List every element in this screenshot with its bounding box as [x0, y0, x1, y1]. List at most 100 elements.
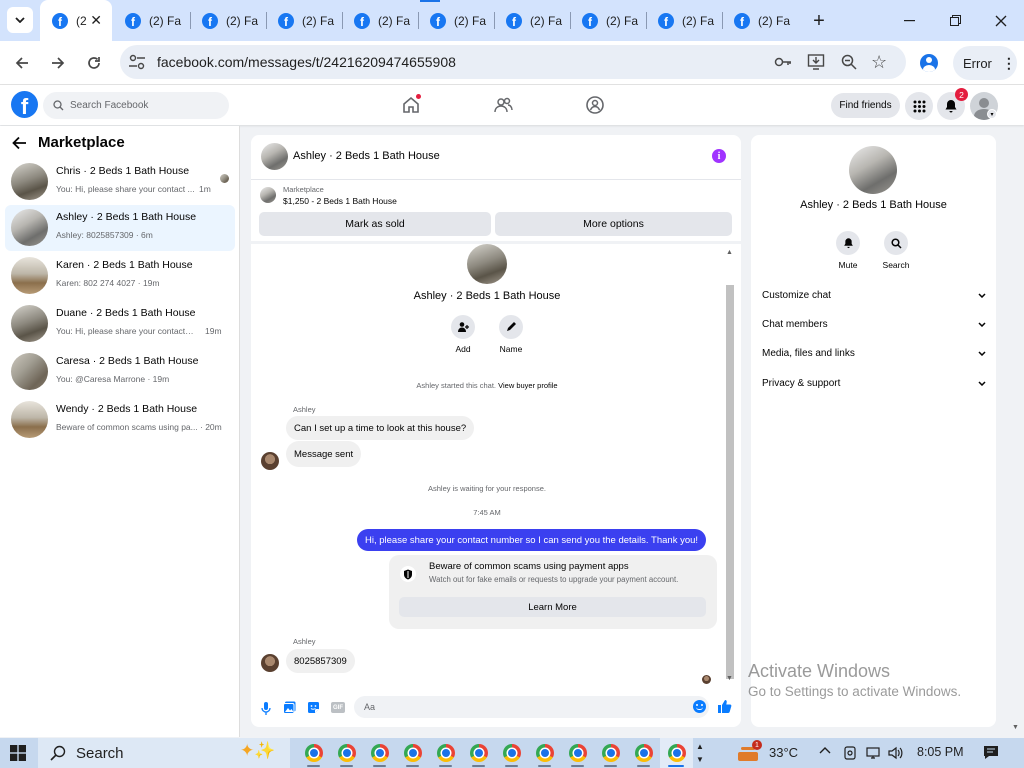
volume-icon[interactable] [888, 746, 904, 760]
reload-button[interactable] [82, 51, 106, 75]
incoming-message[interactable]: Can I set up a time to look at this hous… [286, 416, 475, 440]
taskbar-app-chrome[interactable] [594, 738, 627, 768]
password-key-icon[interactable] [774, 54, 792, 70]
nav-groups-button[interactable] [585, 95, 605, 115]
incoming-message[interactable]: Message sent [286, 441, 362, 467]
like-button[interactable] [717, 699, 732, 714]
browser-tab[interactable]: f (2) Fa [190, 0, 266, 41]
taskbar-app-chrome[interactable] [561, 738, 594, 768]
url-text[interactable]: facebook.com/messages/t/2421620947465590… [157, 54, 456, 70]
tab-close-icon[interactable]: ✕ [90, 12, 102, 29]
taskbar-app-chrome[interactable] [528, 738, 561, 768]
browser-tab[interactable]: f (2) Fa [418, 0, 494, 41]
mark-as-sold-button[interactable]: Mark as sold [259, 212, 491, 236]
customize-chat-section[interactable]: Customize chat [762, 285, 986, 305]
browser-tab[interactable]: f (2) Fa [342, 0, 418, 41]
taskbar-app-chrome[interactable] [297, 738, 330, 768]
taskbar-app-chrome[interactable] [396, 738, 429, 768]
taskbar-app-chrome[interactable] [429, 738, 462, 768]
list-item[interactable]: Karen · 2 Beds 1 Bath House Karen: 802 2… [5, 253, 235, 299]
add-button[interactable]: Add [451, 315, 475, 354]
scrollbar-thumb[interactable] [726, 285, 734, 679]
browser-tab[interactable]: f (2) Fa [646, 0, 722, 41]
close-window-button[interactable] [978, 0, 1024, 41]
clock[interactable]: 8:05 PM [917, 745, 964, 759]
browser-tab[interactable]: f (2) Fa [722, 0, 798, 41]
facebook-logo[interactable]: f [11, 91, 38, 118]
sender-avatar[interactable] [261, 452, 279, 470]
address-bar[interactable]: facebook.com/messages/t/2421620947465590… [120, 45, 906, 79]
profile-error-button[interactable]: Error ⋮ [953, 46, 1017, 80]
search-facebook-input[interactable]: Search Facebook [43, 92, 229, 119]
nav-friends-button[interactable] [493, 95, 513, 115]
minimize-button[interactable] [886, 0, 932, 41]
gif-button[interactable]: GIF [331, 702, 345, 713]
taskbar-app-chrome[interactable] [330, 738, 363, 768]
mute-button[interactable]: Mute [836, 231, 860, 270]
taskbar-app-chrome[interactable] [627, 738, 660, 768]
site-info-icon[interactable] [128, 54, 146, 70]
find-friends-button[interactable]: Find friends [831, 93, 900, 118]
tab-search-button[interactable] [7, 7, 33, 33]
emoji-icon[interactable] [693, 700, 706, 713]
scrollbar[interactable]: ▲ ▼ [724, 245, 736, 685]
list-item[interactable]: Wendy · 2 Beds 1 Bath House Beware of co… [5, 397, 235, 443]
search-highlights-icon[interactable]: ✦✨ [240, 741, 275, 761]
network-icon[interactable] [866, 746, 882, 760]
nav-home-button[interactable] [401, 94, 421, 115]
learn-more-button[interactable]: Learn More [399, 597, 706, 617]
taskbar-app-chrome[interactable] [462, 738, 495, 768]
notification-center-icon[interactable] [983, 745, 999, 760]
browser-tab[interactable]: f (2) Fa [266, 0, 342, 41]
message-input[interactable]: Aa [354, 696, 709, 718]
voice-clip-button[interactable] [261, 701, 271, 715]
forward-button[interactable] [46, 51, 70, 75]
chat-members-section[interactable]: Chat members [762, 314, 986, 334]
weather-temp[interactable]: 33°C [769, 745, 798, 760]
account-chevron-icon[interactable]: ▾ [987, 109, 997, 119]
taskbar-overflow-arrows[interactable]: ▲ ▼ [696, 740, 704, 766]
new-tab-button[interactable]: + [806, 8, 832, 34]
page-scroll-down-arrow[interactable]: ▼ [1012, 724, 1019, 731]
media-files-links-section[interactable]: Media, files and links [762, 343, 986, 363]
outgoing-message[interactable]: Hi, please share your contact number so … [357, 529, 707, 551]
more-options-button[interactable]: More options [495, 212, 732, 236]
back-arrow-icon[interactable] [12, 136, 27, 150]
meet-now-icon[interactable] [843, 746, 857, 760]
profile-avatar-large[interactable] [467, 244, 507, 284]
list-item[interactable]: Duane · 2 Beds 1 Bath House You: Hi, ple… [5, 301, 235, 347]
sticker-button[interactable] [307, 701, 320, 714]
taskbar-app-chrome[interactable] [495, 738, 528, 768]
privacy-support-section[interactable]: Privacy & support [762, 373, 986, 393]
browser-tab-active[interactable]: f (2 ✕ [40, 0, 112, 41]
list-item[interactable]: Chris · 2 Beds 1 Bath House You: Hi, ple… [5, 159, 235, 205]
listing-thumbnail[interactable] [260, 187, 276, 203]
listing-price-title[interactable]: $1,250 - 2 Beds 1 Bath House [283, 196, 397, 206]
zoom-icon[interactable] [840, 53, 858, 71]
attach-photo-button[interactable] [283, 701, 296, 714]
name-button[interactable]: Name [499, 315, 523, 354]
back-button[interactable] [10, 51, 34, 75]
profile-avatar-icon[interactable] [920, 54, 938, 72]
start-button[interactable] [10, 745, 26, 761]
taskbar-app-chrome[interactable] [363, 738, 396, 768]
install-app-icon[interactable] [807, 53, 825, 71]
menu-button[interactable] [905, 92, 933, 120]
weather-icon[interactable]: 1 [738, 740, 762, 762]
restore-button[interactable] [932, 0, 978, 41]
incoming-message[interactable]: 8025857309 [286, 649, 355, 673]
tray-chevron-icon[interactable] [819, 746, 831, 754]
sender-avatar[interactable] [261, 654, 279, 672]
browser-tab[interactable]: f (2) Fa [113, 0, 189, 41]
list-item[interactable]: Ashley · 2 Beds 1 Bath House Ashley: 802… [5, 205, 235, 251]
details-avatar[interactable] [849, 146, 897, 194]
search-conversation-button[interactable]: Search [883, 231, 909, 270]
chat-header-avatar[interactable] [261, 143, 288, 170]
conversation-info-icon[interactable]: i [712, 149, 726, 163]
taskbar-app-chrome-active[interactable] [660, 738, 693, 768]
browser-tab[interactable]: f (2) Fa [494, 0, 570, 41]
list-item[interactable]: Caresa · 2 Beds 1 Bath House You: @Cares… [5, 349, 235, 395]
bookmark-star-icon[interactable]: ☆ [871, 52, 887, 73]
browser-tab[interactable]: f (2) Fa [570, 0, 646, 41]
chat-header-title[interactable]: Ashley · 2 Beds 1 Bath House [293, 150, 440, 162]
